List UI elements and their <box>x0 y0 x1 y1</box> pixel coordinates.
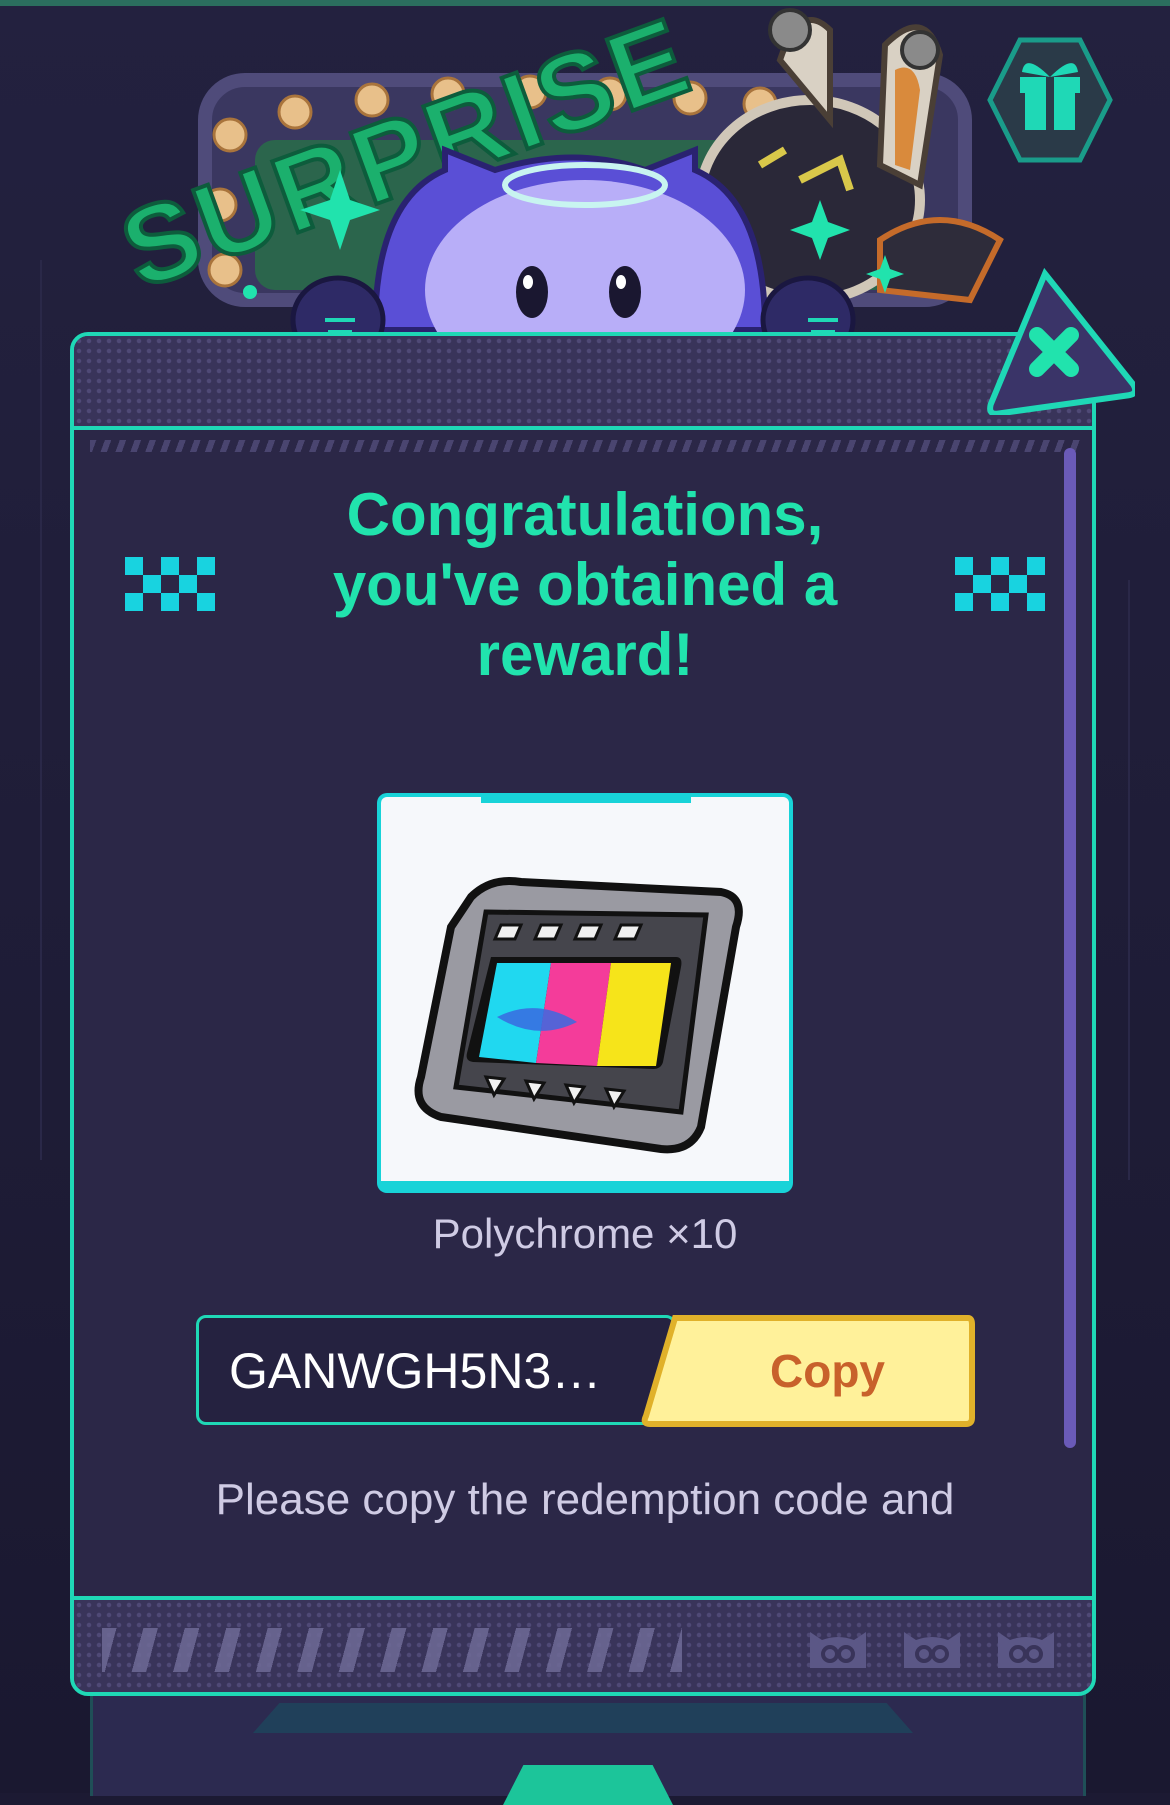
dialog-scrollbar[interactable] <box>1064 448 1076 1448</box>
dialog-header <box>74 336 1092 430</box>
cat-face-icon <box>810 1632 866 1668</box>
checker-decoration-right <box>955 557 1045 611</box>
copy-button-label: Copy <box>770 1345 885 1397</box>
background-frame-left <box>0 260 42 1160</box>
polychrome-film-icon <box>414 877 743 1154</box>
redemption-code-value: GANWGH5N3… <box>229 1343 602 1399</box>
dialog-title: Congratulations, you've obtained a rewar… <box>332 481 838 688</box>
redemption-code-field[interactable]: GANWGH5N3… <box>196 1315 676 1425</box>
instructions-text: Please copy the redemption code and <box>215 1475 955 1524</box>
gift-button[interactable] <box>985 35 1115 165</box>
background-bottom-inner <box>253 1703 913 1733</box>
dialog-footer <box>74 1596 1092 1692</box>
reward-card <box>377 793 793 1193</box>
background-bottom-panel <box>90 1690 1086 1805</box>
checker-decoration-left <box>125 557 215 611</box>
footer-stripe-decoration <box>102 1628 682 1672</box>
cat-face-icon <box>998 1632 1054 1668</box>
background-frame-right <box>1128 580 1170 1180</box>
reward-name: Polychrome ×10 <box>432 1210 738 1257</box>
close-icon <box>987 267 1139 417</box>
gift-icon <box>987 37 1113 163</box>
copy-button[interactable]: Copy <box>640 1314 975 1428</box>
close-button[interactable] <box>975 265 1139 417</box>
reward-card-tab <box>481 797 691 803</box>
footer-cat-icons <box>806 1622 1058 1672</box>
cat-face-icon <box>904 1632 960 1668</box>
background-bottom-tab <box>503 1765 673 1805</box>
dialog-hatch-divider <box>90 440 1080 452</box>
